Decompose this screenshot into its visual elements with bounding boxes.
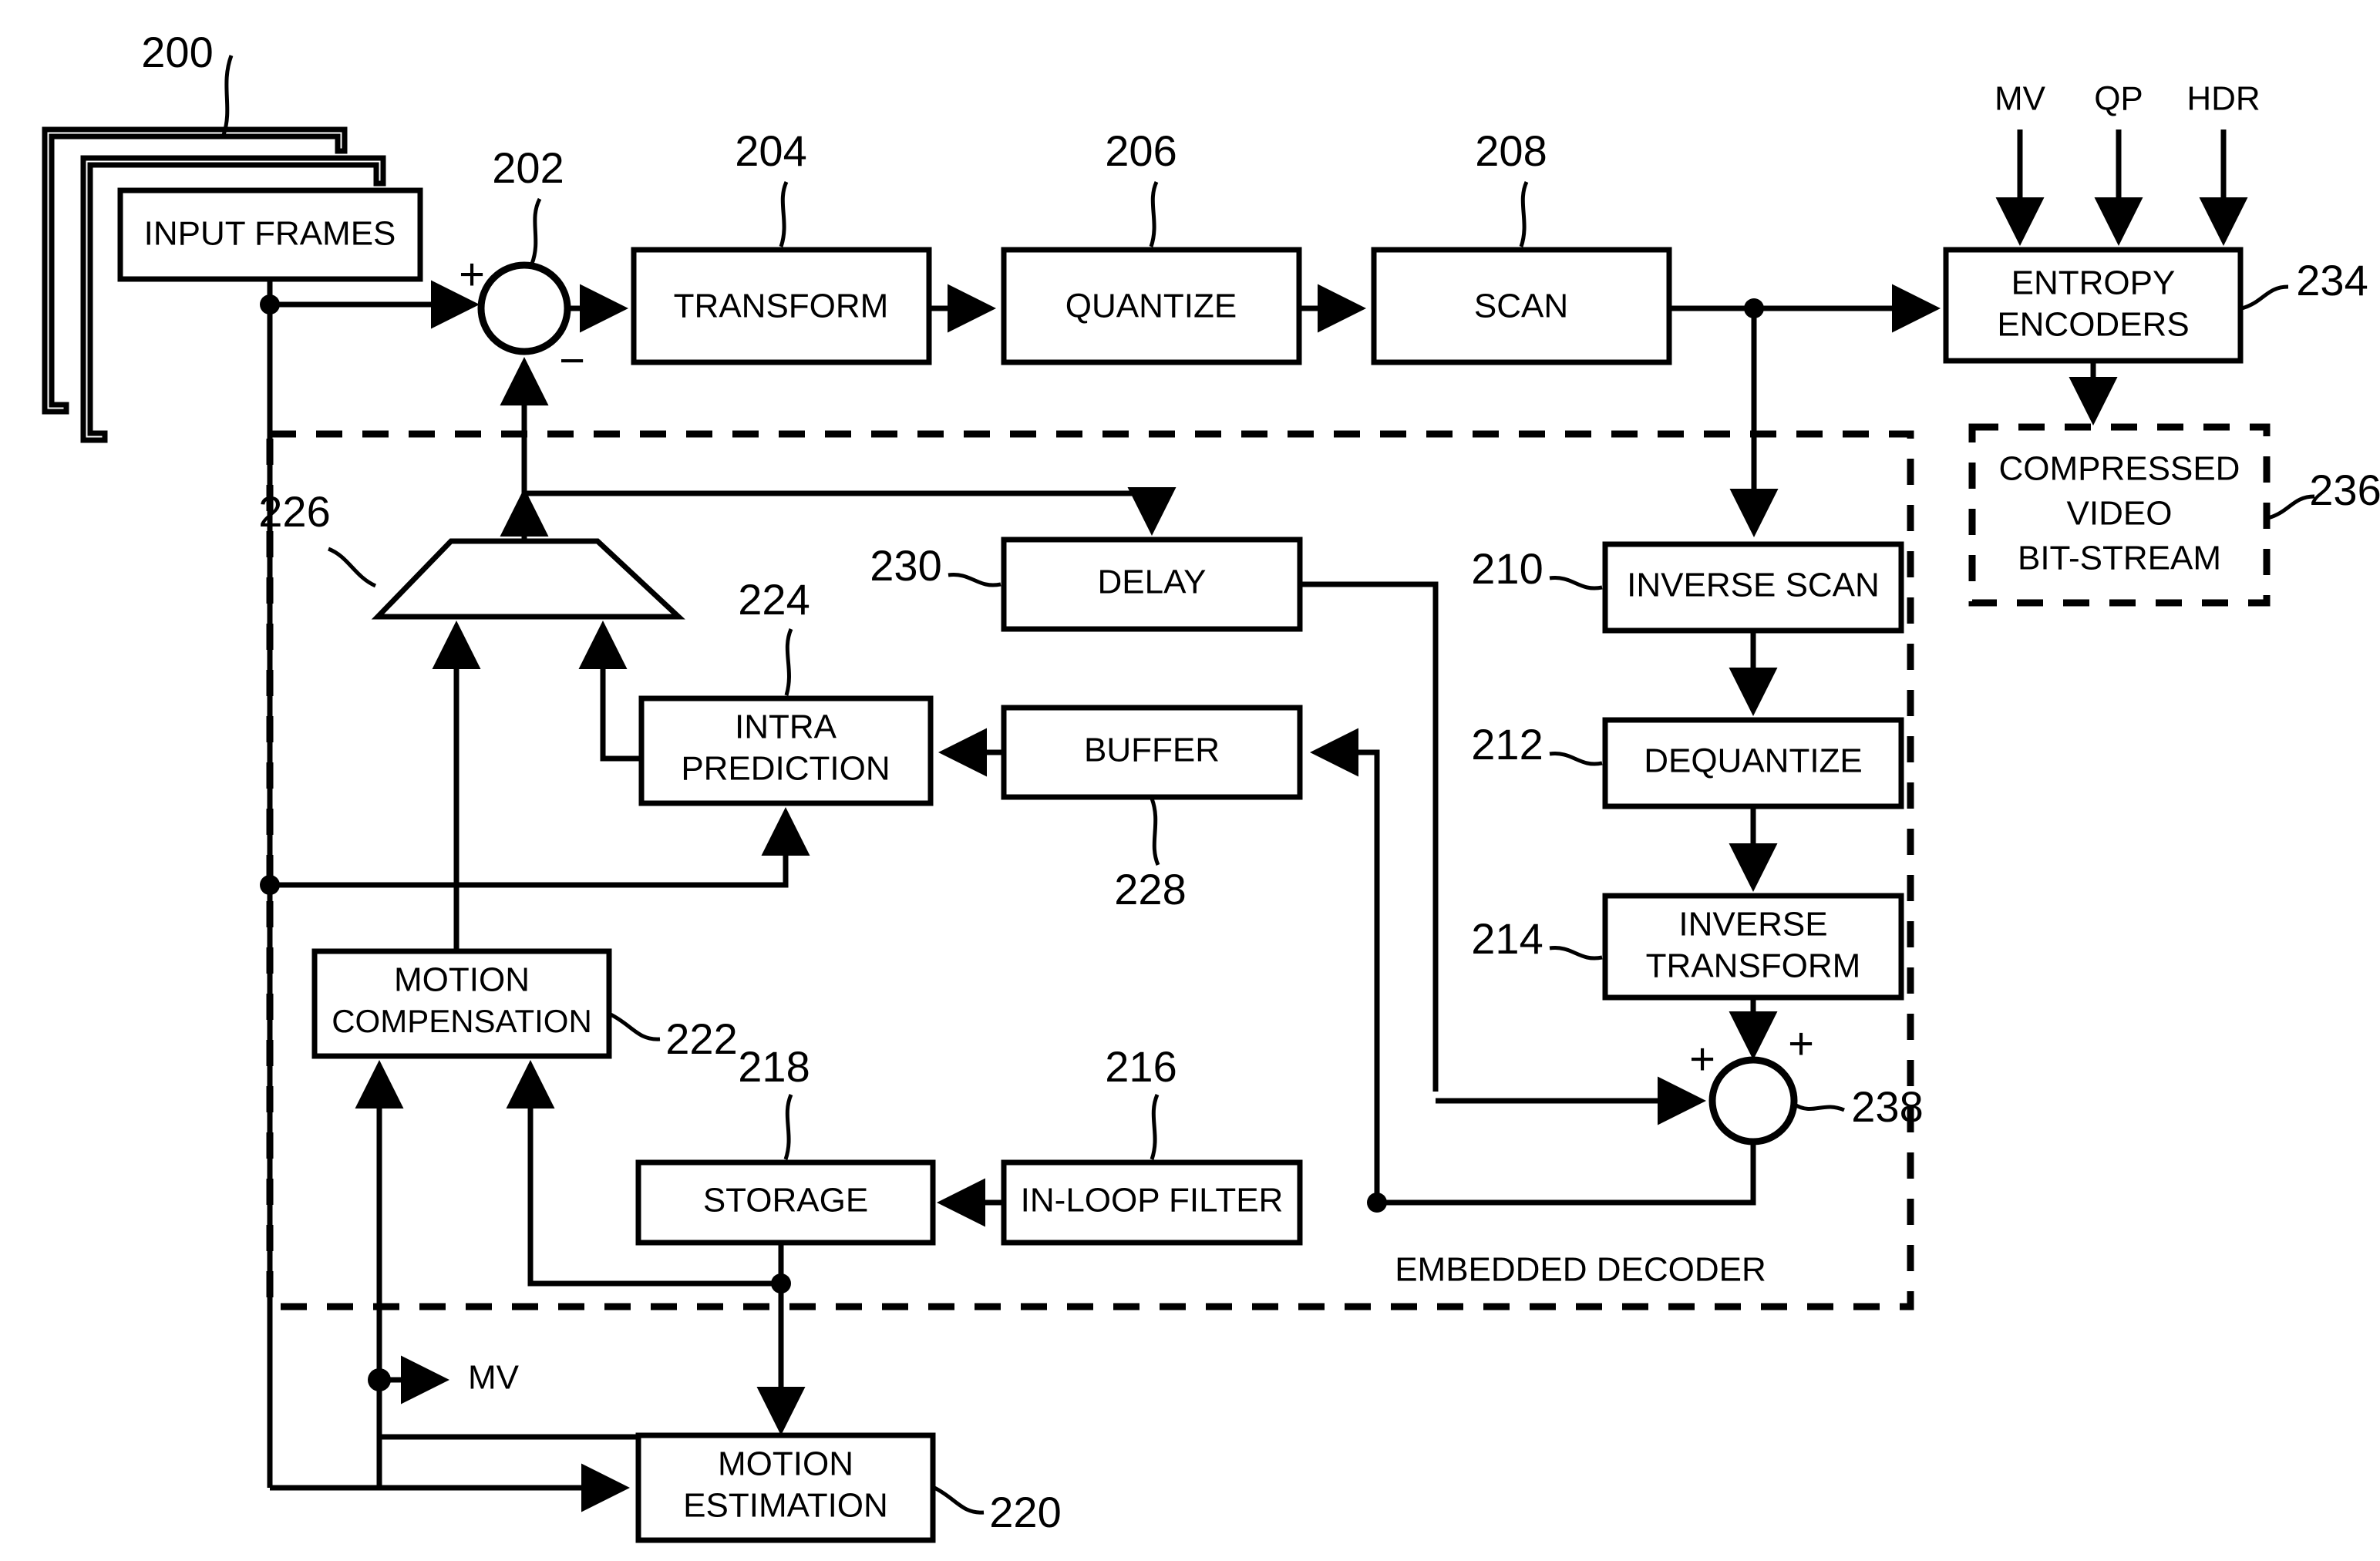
delay-label: DELAY [1097, 564, 1206, 601]
ref-226: 226 [258, 487, 330, 536]
ref-214-leader [1549, 946, 1603, 960]
ref-226-leader [328, 547, 377, 588]
motion-estimation-line1: MOTION [718, 1445, 853, 1483]
compressed-bitstream-line2: VIDEO [2067, 495, 2173, 533]
ref-230: 230 [870, 541, 941, 590]
ref-220: 220 [989, 1488, 1061, 1536]
mv-output-label: MV [468, 1359, 520, 1397]
scan-label: SCAN [1474, 288, 1568, 325]
ref-228-leader [1150, 798, 1160, 866]
intra-prediction-line2: PREDICTION [681, 750, 890, 788]
compressed-bitstream-line3: BIT-STREAM [2018, 540, 2221, 577]
patent-diagram-svg: EMBEDDED DECODER INPUT FRAMES 200 + − 20… [42, 28, 2380, 1543]
motion-compensation-line1: MOTION [394, 961, 530, 999]
junction-storage-out [771, 1273, 791, 1294]
wire-delay-out [1300, 581, 1439, 1092]
wire-intra-to-mux [578, 621, 641, 762]
adder-plus-top: + [1788, 1018, 1814, 1068]
input-frames-label: INPUT FRAMES [144, 215, 396, 253]
ref-238-leader [1792, 1102, 1845, 1112]
ref-224: 224 [738, 575, 810, 624]
junction-input-top [260, 294, 280, 315]
subtractor-plus-sign: + [459, 249, 485, 299]
prediction-mux [371, 538, 685, 620]
motion-estimation-line2: ESTIMATION [683, 1487, 888, 1525]
motion-compensation-line2: COMPENSATION [332, 1003, 592, 1039]
embedded-decoder-label: EMBEDDED DECODER [1395, 1251, 1766, 1289]
ref-234: 234 [2296, 256, 2368, 304]
ref-216-leader [1150, 1094, 1160, 1160]
ref-206-leader [1149, 180, 1159, 247]
ref-230-leader [948, 573, 1001, 587]
adder-238 [1708, 1056, 1798, 1146]
ref-212: 212 [1471, 720, 1543, 769]
ref-204-leader [779, 180, 789, 247]
wire-input-to-intra [270, 807, 810, 888]
ref-202: 202 [492, 143, 564, 192]
entropy-encoders-label-line2: ENCODERS [1997, 306, 2189, 344]
ref-236: 236 [2309, 466, 2380, 514]
ref-208-leader [1519, 180, 1529, 247]
ref-212-leader [1549, 752, 1603, 766]
quantize-label: QUANTIZE [1065, 288, 1237, 325]
subtractor-minus-sign: − [559, 335, 585, 385]
ref-200: 200 [141, 28, 213, 76]
figure-canvas: EMBEDDED DECODER INPUT FRAMES 200 + − 20… [0, 0, 2380, 1561]
ref-220-leader [933, 1485, 985, 1515]
junction-input-mid [260, 875, 280, 895]
inverse-transform-line1: INVERSE [1678, 906, 1827, 944]
ref-234-leader [2241, 284, 2289, 311]
ref-210: 210 [1471, 544, 1543, 593]
transform-label: TRANSFORM [674, 288, 889, 325]
inverse-transform-line2: TRANSFORM [1646, 947, 1861, 985]
wire-filterin-to-buffer [1310, 728, 1380, 1203]
buffer-label: BUFFER [1084, 732, 1220, 769]
junction-inloop-input [1367, 1193, 1387, 1213]
intra-prediction-line1: INTRA [735, 708, 837, 746]
ref-206: 206 [1105, 126, 1177, 175]
ref-238: 238 [1851, 1082, 1923, 1131]
ref-210-leader [1549, 576, 1603, 590]
compressed-bitstream-line1: COMPRESSED [1999, 450, 2240, 488]
ref-204: 204 [735, 126, 806, 175]
ref-218: 218 [738, 1042, 810, 1091]
mv-input-label: MV [1995, 80, 2046, 118]
ref-200-leader [221, 55, 234, 136]
adder-plus-left: + [1689, 1034, 1715, 1084]
in-loop-filter-label: IN-LOOP FILTER [1021, 1182, 1284, 1220]
inverse-scan-label: INVERSE SCAN [1627, 567, 1880, 604]
ref-228: 228 [1114, 865, 1186, 913]
ref-222: 222 [665, 1014, 737, 1063]
ref-224-leader [784, 628, 793, 696]
hdr-input-label: HDR [2186, 80, 2260, 118]
ref-236-leader [2267, 494, 2315, 520]
ref-222-leader [609, 1012, 661, 1041]
ref-214: 214 [1471, 914, 1543, 963]
storage-label: STORAGE [703, 1182, 868, 1220]
ref-208: 208 [1475, 126, 1547, 175]
ref-202-leader [530, 197, 542, 264]
dequantize-label: DEQUANTIZE [1644, 742, 1863, 780]
wire-adder-to-inloop [1380, 1142, 1756, 1206]
ref-216: 216 [1105, 1042, 1177, 1091]
ref-218-leader [783, 1094, 793, 1160]
qp-input-label: QP [2094, 80, 2143, 118]
entropy-encoders-label-line1: ENTROPY [2011, 264, 2176, 302]
subtractor-202 [477, 261, 571, 355]
